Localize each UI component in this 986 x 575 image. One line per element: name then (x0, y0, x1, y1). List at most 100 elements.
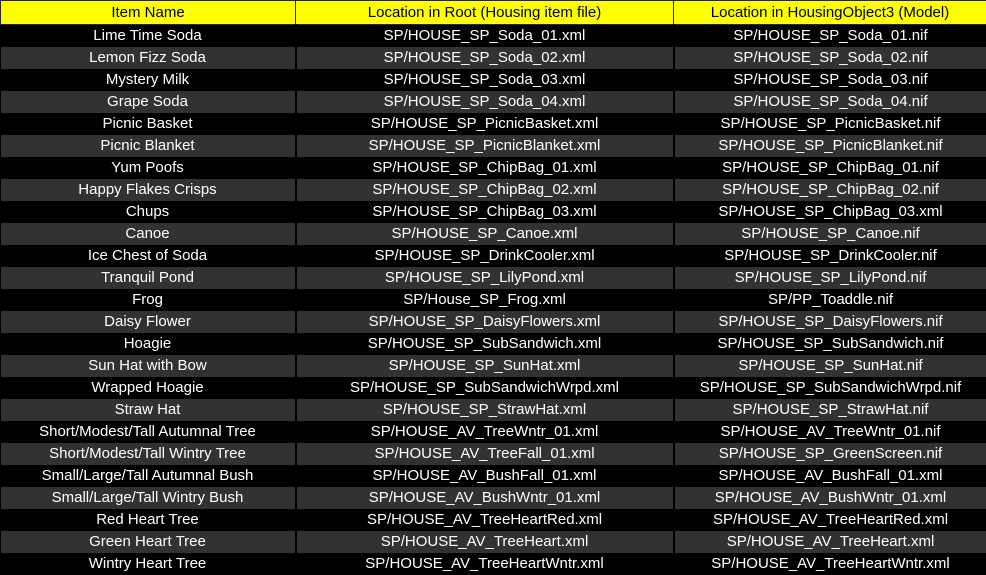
cell-item-name[interactable]: Lime Time Soda (1, 25, 296, 47)
cell-item-name[interactable]: Wrapped Hoagie (1, 377, 296, 399)
cell-location-root[interactable]: SP/HOUSE_SP_PicnicBasket.xml (296, 113, 674, 135)
cell-location-root[interactable]: SP/HOUSE_AV_TreeHeartRed.xml (296, 509, 674, 531)
table-row[interactable]: Mystery MilkSP/HOUSE_SP_Soda_03.xmlSP/HO… (1, 69, 986, 91)
cell-item-name[interactable]: Lemon Fizz Soda (1, 47, 296, 69)
table-row[interactable]: Short/Modest/Tall Autumnal TreeSP/HOUSE_… (1, 421, 986, 443)
cell-location-model[interactable]: SP/HOUSE_SP_Soda_02.nif (674, 47, 986, 69)
cell-item-name[interactable]: Straw Hat (1, 399, 296, 421)
table-row[interactable]: CanoeSP/HOUSE_SP_Canoe.xmlSP/HOUSE_SP_Ca… (1, 223, 986, 245)
cell-location-root[interactable]: SP/HOUSE_SP_Canoe.xml (296, 223, 674, 245)
cell-location-root[interactable]: SP/House_SP_Frog.xml (296, 289, 674, 311)
cell-location-model[interactable]: SP/HOUSE_SP_LilyPond.nif (674, 267, 986, 289)
cell-location-root[interactable]: SP/HOUSE_AV_BushWntr_01.xml (296, 487, 674, 509)
cell-location-root[interactable]: SP/HOUSE_SP_SubSandwichWrpd.xml (296, 377, 674, 399)
cell-location-root[interactable]: SP/HOUSE_SP_Soda_01.xml (296, 25, 674, 47)
cell-location-model[interactable]: SP/HOUSE_SP_DaisyFlowers.nif (674, 311, 986, 333)
table-row[interactable]: Red Heart TreeSP/HOUSE_AV_TreeHeartRed.x… (1, 509, 986, 531)
cell-location-root[interactable]: SP/HOUSE_SP_ChipBag_02.xml (296, 179, 674, 201)
cell-location-root[interactable]: SP/HOUSE_SP_SubSandwich.xml (296, 333, 674, 355)
table-row[interactable]: HoagieSP/HOUSE_SP_SubSandwich.xmlSP/HOUS… (1, 333, 986, 355)
cell-item-name[interactable]: Canoe (1, 223, 296, 245)
table-row[interactable]: Wintry Heart TreeSP/HOUSE_AV_TreeHeartWn… (1, 553, 986, 575)
cell-item-name[interactable]: Small/Large/Tall Wintry Bush (1, 487, 296, 509)
cell-item-name[interactable]: Mystery Milk (1, 69, 296, 91)
cell-item-name[interactable]: Happy Flakes Crisps (1, 179, 296, 201)
cell-item-name[interactable]: Wintry Heart Tree (1, 553, 296, 575)
table-row[interactable]: Straw HatSP/HOUSE_SP_StrawHat.xmlSP/HOUS… (1, 399, 986, 421)
cell-item-name[interactable]: Sun Hat with Bow (1, 355, 296, 377)
cell-item-name[interactable]: Short/Modest/Tall Wintry Tree (1, 443, 296, 465)
cell-location-root[interactable]: SP/HOUSE_SP_LilyPond.xml (296, 267, 674, 289)
cell-location-model[interactable]: SP/HOUSE_SP_Soda_03.nif (674, 69, 986, 91)
cell-location-model[interactable]: SP/HOUSE_SP_GreenScreen.nif (674, 443, 986, 465)
cell-location-model[interactable]: SP/HOUSE_AV_TreeHeart.xml (674, 531, 986, 553)
cell-location-model[interactable]: SP/HOUSE_SP_PicnicBlanket.nif (674, 135, 986, 157)
cell-item-name[interactable]: Ice Chest of Soda (1, 245, 296, 267)
cell-location-root[interactable]: SP/HOUSE_SP_ChipBag_01.xml (296, 157, 674, 179)
table-row[interactable]: Wrapped HoagieSP/HOUSE_SP_SubSandwichWrp… (1, 377, 986, 399)
table-row[interactable]: Happy Flakes CrispsSP/HOUSE_SP_ChipBag_0… (1, 179, 986, 201)
table-row[interactable]: ChupsSP/HOUSE_SP_ChipBag_03.xmlSP/HOUSE_… (1, 201, 986, 223)
cell-item-name[interactable]: Green Heart Tree (1, 531, 296, 553)
cell-location-model[interactable]: SP/HOUSE_AV_TreeWntr_01.nif (674, 421, 986, 443)
cell-location-model[interactable]: SP/HOUSE_SP_SubSandwich.nif (674, 333, 986, 355)
cell-location-root[interactable]: SP/HOUSE_SP_PicnicBlanket.xml (296, 135, 674, 157)
table-row[interactable]: FrogSP/House_SP_Frog.xmlSP/PP_Toaddle.ni… (1, 289, 986, 311)
cell-location-model[interactable]: SP/HOUSE_SP_Soda_01.nif (674, 25, 986, 47)
table-row[interactable]: Short/Modest/Tall Wintry TreeSP/HOUSE_AV… (1, 443, 986, 465)
cell-location-root[interactable]: SP/HOUSE_SP_Soda_03.xml (296, 69, 674, 91)
column-header-item-name[interactable]: Item Name (1, 1, 296, 25)
table-row[interactable]: Lime Time SodaSP/HOUSE_SP_Soda_01.xmlSP/… (1, 25, 986, 47)
table-row[interactable]: Tranquil PondSP/HOUSE_SP_LilyPond.xmlSP/… (1, 267, 986, 289)
table-row[interactable]: Grape SodaSP/HOUSE_SP_Soda_04.xmlSP/HOUS… (1, 91, 986, 113)
column-header-location-model[interactable]: Location in HousingObject3 (Model) (674, 1, 986, 25)
table-row[interactable]: Green Heart TreeSP/HOUSE_AV_TreeHeart.xm… (1, 531, 986, 553)
cell-location-root[interactable]: SP/HOUSE_SP_Soda_02.xml (296, 47, 674, 69)
cell-location-root[interactable]: SP/HOUSE_AV_TreeWntr_01.xml (296, 421, 674, 443)
cell-location-model[interactable]: SP/HOUSE_SP_ChipBag_01.nif (674, 157, 986, 179)
cell-location-root[interactable]: SP/HOUSE_AV_TreeFall_01.xml (296, 443, 674, 465)
cell-item-name[interactable]: Daisy Flower (1, 311, 296, 333)
cell-item-name[interactable]: Picnic Basket (1, 113, 296, 135)
cell-item-name[interactable]: Yum Poofs (1, 157, 296, 179)
cell-location-model[interactable]: SP/HOUSE_AV_BushWntr_01.xml (674, 487, 986, 509)
table-row[interactable]: Picnic BlanketSP/HOUSE_SP_PicnicBlanket.… (1, 135, 986, 157)
cell-location-root[interactable]: SP/HOUSE_AV_TreeHeartWntr.xml (296, 553, 674, 575)
cell-location-model[interactable]: SP/HOUSE_SP_Soda_04.nif (674, 91, 986, 113)
column-header-location-root[interactable]: Location in Root (Housing item file) (296, 1, 674, 25)
cell-location-model[interactable]: SP/HOUSE_SP_PicnicBasket.nif (674, 113, 986, 135)
cell-location-model[interactable]: SP/HOUSE_SP_SunHat.nif (674, 355, 986, 377)
cell-location-model[interactable]: SP/HOUSE_SP_ChipBag_02.nif (674, 179, 986, 201)
cell-location-root[interactable]: SP/HOUSE_SP_DrinkCooler.xml (296, 245, 674, 267)
cell-location-root[interactable]: SP/HOUSE_AV_TreeHeart.xml (296, 531, 674, 553)
cell-item-name[interactable]: Tranquil Pond (1, 267, 296, 289)
cell-location-model[interactable]: SP/HOUSE_SP_StrawHat.nif (674, 399, 986, 421)
cell-item-name[interactable]: Frog (1, 289, 296, 311)
cell-location-model[interactable]: SP/HOUSE_AV_TreeHeartRed.xml (674, 509, 986, 531)
cell-location-model[interactable]: SP/HOUSE_AV_BushFall_01.xml (674, 465, 986, 487)
cell-location-model[interactable]: SP/PP_Toaddle.nif (674, 289, 986, 311)
cell-item-name[interactable]: Red Heart Tree (1, 509, 296, 531)
cell-location-root[interactable]: SP/HOUSE_SP_Soda_04.xml (296, 91, 674, 113)
cell-item-name[interactable]: Short/Modest/Tall Autumnal Tree (1, 421, 296, 443)
cell-location-model[interactable]: SP/HOUSE_SP_DrinkCooler.nif (674, 245, 986, 267)
cell-location-root[interactable]: SP/HOUSE_SP_StrawHat.xml (296, 399, 674, 421)
cell-item-name[interactable]: Grape Soda (1, 91, 296, 113)
cell-location-model[interactable]: SP/HOUSE_SP_ChipBag_03.xml (674, 201, 986, 223)
cell-item-name[interactable]: Hoagie (1, 333, 296, 355)
table-row[interactable]: Picnic BasketSP/HOUSE_SP_PicnicBasket.xm… (1, 113, 986, 135)
cell-item-name[interactable]: Chups (1, 201, 296, 223)
cell-location-model[interactable]: SP/HOUSE_AV_TreeHeartWntr.xml (674, 553, 986, 575)
table-row[interactable]: Ice Chest of SodaSP/HOUSE_SP_DrinkCooler… (1, 245, 986, 267)
table-row[interactable]: Daisy FlowerSP/HOUSE_SP_DaisyFlowers.xml… (1, 311, 986, 333)
table-row[interactable]: Small/Large/Tall Autumnal Bush SP/HOUSE_A… (1, 465, 986, 487)
cell-location-root[interactable]: SP/HOUSE_SP_DaisyFlowers.xml (296, 311, 674, 333)
table-row[interactable]: Yum PoofsSP/HOUSE_SP_ChipBag_01.xmlSP/HO… (1, 157, 986, 179)
cell-location-model[interactable]: SP/HOUSE_SP_Canoe.nif (674, 223, 986, 245)
cell-item-name[interactable]: Small/Large/Tall Autumnal Bush (1, 465, 296, 487)
cell-location-root[interactable]: SP/HOUSE_SP_ChipBag_03.xml (296, 201, 674, 223)
table-row[interactable]: Small/Large/Tall Wintry BushSP/HOUSE_AV_… (1, 487, 986, 509)
table-row[interactable]: Lemon Fizz SodaSP/HOUSE_SP_Soda_02.xmlSP… (1, 47, 986, 69)
cell-location-root[interactable]: SP/HOUSE_SP_SunHat.xml (296, 355, 674, 377)
cell-item-name[interactable]: Picnic Blanket (1, 135, 296, 157)
